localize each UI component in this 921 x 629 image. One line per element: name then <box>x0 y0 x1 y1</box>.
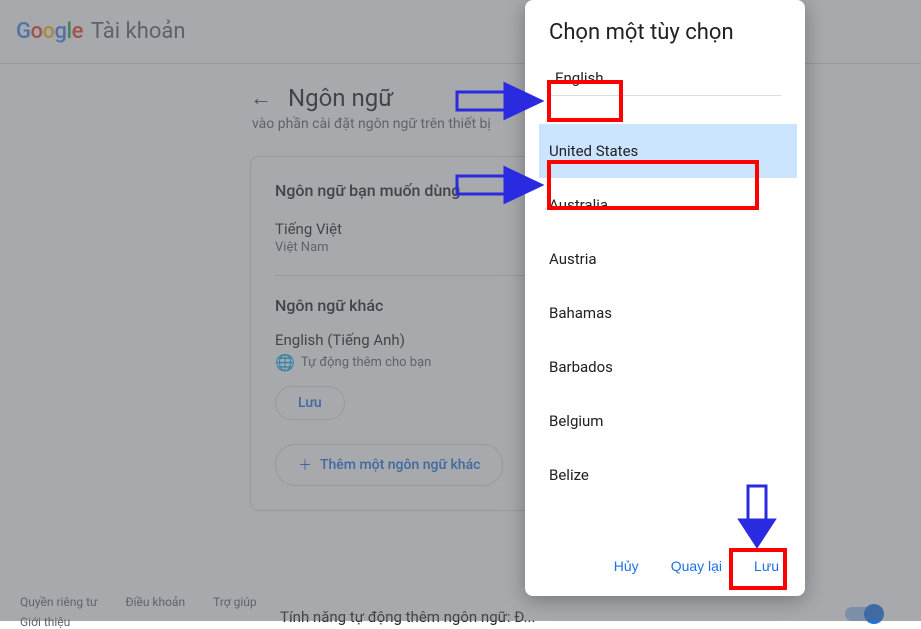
country-item[interactable]: Austria <box>549 232 801 286</box>
anno-arrow-english <box>455 78 545 124</box>
country-list[interactable]: United StatesAustraliaAustriaBahamasBarb… <box>525 124 805 536</box>
country-item[interactable]: United States <box>539 124 797 178</box>
modal-language-choice[interactable]: English <box>549 61 781 96</box>
country-item[interactable]: Australia <box>549 178 801 232</box>
modal-save-button[interactable]: Lưu <box>744 550 789 582</box>
cancel-button[interactable]: Hủy <box>604 550 649 582</box>
back-button[interactable]: Quay lại <box>661 550 732 582</box>
anno-arrow-us <box>455 162 545 208</box>
country-item[interactable]: Belgium <box>549 394 801 448</box>
country-item[interactable]: Barbados <box>549 340 801 394</box>
country-item[interactable]: Bahamas <box>549 286 801 340</box>
modal-title: Chọn một tùy chọn <box>525 20 805 61</box>
anno-arrow-save <box>734 484 780 548</box>
